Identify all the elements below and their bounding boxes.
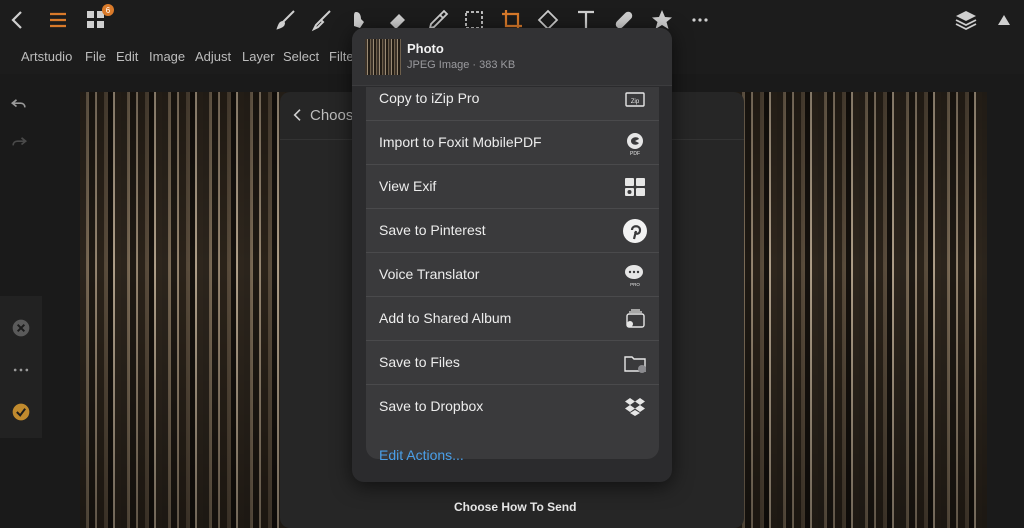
- action-label: Import to Foxit MobilePDF: [379, 134, 542, 150]
- menu-edit[interactable]: Edit: [116, 49, 138, 64]
- layers-grid-icon[interactable]: 6: [82, 4, 114, 34]
- cancel-icon[interactable]: [11, 318, 31, 338]
- dropbox-icon: [621, 393, 649, 421]
- shared-album-icon: [621, 305, 649, 333]
- svg-text:Zip: Zip: [631, 99, 640, 105]
- foxit-pdf-icon: PDF: [621, 129, 649, 157]
- action-label: Save to Pinterest: [379, 222, 486, 238]
- menu-image[interactable]: Image: [149, 49, 185, 64]
- left-tool-panel: [0, 296, 42, 438]
- back-chevron-icon[interactable]: [4, 6, 32, 34]
- share-actions-list: Copy to iZip Pro Zip Import to Foxit Mob…: [366, 87, 659, 459]
- smudge-brush-icon[interactable]: [308, 6, 336, 34]
- confirm-check-icon[interactable]: [11, 402, 31, 422]
- hamburger-menu-icon[interactable]: [44, 6, 72, 34]
- action-label: Add to Shared Album: [379, 310, 512, 326]
- brush-icon[interactable]: [272, 6, 300, 34]
- voice-translator-icon: PRO: [621, 261, 649, 289]
- choose-how-to-send-label: Choose How To Send: [454, 500, 577, 514]
- collapse-triangle-icon[interactable]: [990, 6, 1018, 34]
- folder-icon: [621, 349, 649, 377]
- file-thumbnail: [365, 39, 401, 75]
- options-dots-icon[interactable]: [11, 360, 31, 380]
- action-save-dropbox[interactable]: Save to Dropbox: [366, 385, 659, 429]
- file-title: Photo: [407, 41, 444, 56]
- undo-icon[interactable]: [9, 94, 29, 114]
- back-chevron-icon: [293, 109, 301, 121]
- menu-select[interactable]: Select: [283, 49, 319, 64]
- share-file-header: Photo JPEG Image · 383 KB: [352, 28, 672, 86]
- redo-icon[interactable]: [9, 132, 29, 152]
- action-label: Save to Files: [379, 354, 460, 370]
- left-rail: [0, 74, 42, 528]
- share-sheet: Photo JPEG Image · 383 KB Copy to iZip P…: [352, 28, 672, 482]
- action-label: Save to Dropbox: [379, 398, 484, 414]
- file-subtitle: JPEG Image · 383 KB: [407, 59, 516, 71]
- layers-badge: 6: [102, 4, 114, 16]
- edit-actions-link[interactable]: Edit Actions...: [379, 447, 464, 463]
- menu-artstudio[interactable]: Artstudio: [21, 49, 72, 64]
- action-voice-translator[interactable]: Voice Translator PRO: [366, 253, 659, 297]
- menu-filter[interactable]: Filte: [329, 49, 354, 64]
- svg-text:PRO: PRO: [630, 282, 640, 287]
- action-add-shared-album[interactable]: Add to Shared Album: [366, 297, 659, 341]
- menu-file[interactable]: File: [85, 49, 106, 64]
- menu-adjust[interactable]: Adjust: [195, 49, 231, 64]
- pinterest-icon: [621, 217, 649, 245]
- more-dots-icon[interactable]: [686, 6, 714, 34]
- action-save-to-files[interactable]: Save to Files: [366, 341, 659, 385]
- menu-layer[interactable]: Layer: [242, 49, 275, 64]
- layers-stack-icon[interactable]: [952, 6, 980, 34]
- exif-icon: [621, 173, 649, 201]
- action-import-foxit[interactable]: Import to Foxit MobilePDF PDF: [366, 121, 659, 165]
- action-save-pinterest[interactable]: Save to Pinterest: [366, 209, 659, 253]
- choose-back-button[interactable]: Choose: [290, 106, 362, 124]
- svg-text:PDF: PDF: [630, 151, 640, 156]
- zip-icon: Zip: [621, 87, 649, 113]
- action-copy-to-izip[interactable]: Copy to iZip Pro Zip: [366, 87, 659, 121]
- action-label: Voice Translator: [379, 266, 480, 282]
- action-view-exif[interactable]: View Exif: [366, 165, 659, 209]
- action-label: Copy to iZip Pro: [379, 90, 480, 106]
- action-label: View Exif: [379, 178, 437, 194]
